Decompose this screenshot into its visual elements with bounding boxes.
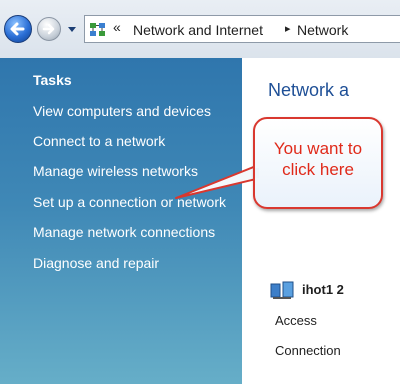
task-pane: Tasks View computers and devices Connect… xyxy=(0,58,242,384)
callout-text: You want to click here xyxy=(255,138,381,180)
network-icon xyxy=(270,281,294,299)
task-set-up-connection[interactable]: Set up a connection or network xyxy=(33,194,226,210)
breadcrumb-overflow[interactable]: « xyxy=(113,19,121,35)
network-folder-icon xyxy=(90,23,105,36)
task-manage-wireless[interactable]: Manage wireless networks xyxy=(33,163,198,179)
page-title: Network a xyxy=(268,80,350,100)
back-button[interactable] xyxy=(4,15,32,43)
callout-line-1: You want to xyxy=(273,139,363,158)
back-arrow-icon xyxy=(10,22,25,36)
breadcrumb-network[interactable]: Network xyxy=(297,22,348,38)
tasks-heading: Tasks xyxy=(33,72,72,88)
task-connect-to-network[interactable]: Connect to a network xyxy=(33,133,165,149)
breadcrumb-network-and-internet[interactable]: Network and Internet xyxy=(133,22,263,38)
recent-pages-dropdown[interactable] xyxy=(67,26,77,34)
connection-label: Connection xyxy=(275,343,341,358)
navigation-bar: « Network and Internet ▸ Network xyxy=(0,0,400,58)
annotation-callout: You want to click here xyxy=(253,117,383,209)
callout-line-2: click here xyxy=(282,160,354,179)
task-manage-connections[interactable]: Manage network connections xyxy=(33,224,215,240)
task-diagnose-repair[interactable]: Diagnose and repair xyxy=(33,255,159,271)
address-bar[interactable]: « Network and Internet ▸ Network xyxy=(84,15,400,43)
forward-button[interactable] xyxy=(37,17,61,41)
forward-arrow-icon xyxy=(42,23,55,35)
task-view-computers[interactable]: View computers and devices xyxy=(33,103,211,119)
access-label: Access xyxy=(275,313,317,328)
callout-seam xyxy=(255,168,259,178)
breadcrumb-separator[interactable]: ▸ xyxy=(285,22,291,35)
network-name: ihot1 2 xyxy=(302,282,344,297)
